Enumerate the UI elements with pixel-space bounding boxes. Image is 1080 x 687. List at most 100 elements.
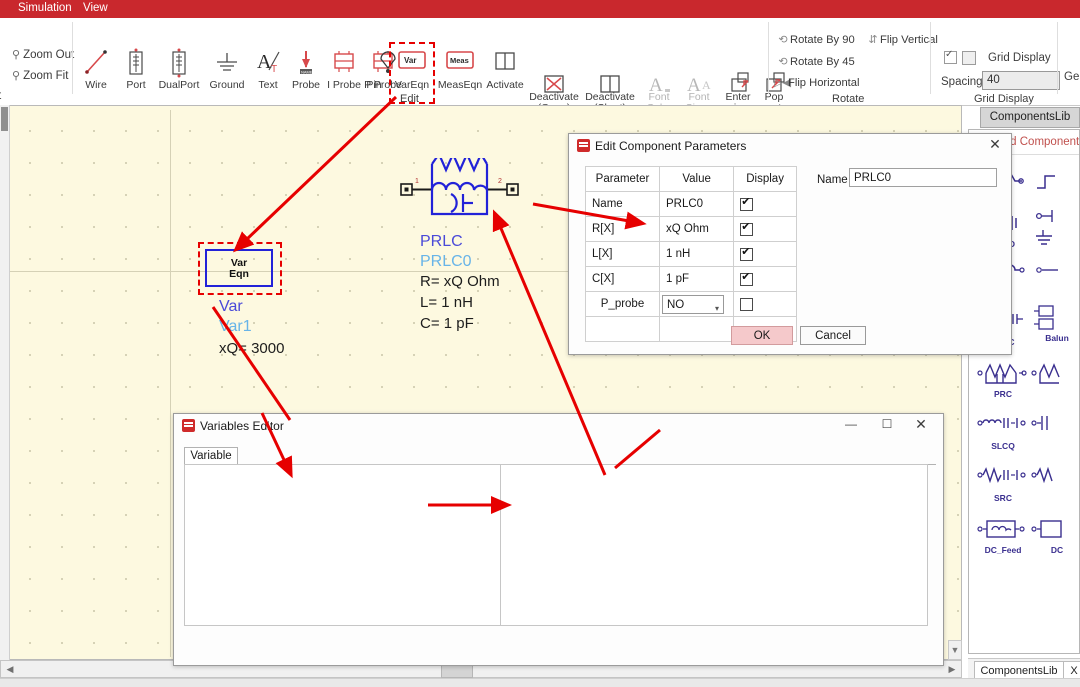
cancel-button[interactable]: Cancel — [800, 326, 866, 345]
param-name-r: R[X] — [585, 216, 660, 242]
toolbar-button-activate[interactable]: Activate — [483, 46, 527, 92]
canvas-axis-vertical — [170, 110, 171, 657]
param-value-r[interactable]: xQ Ohm — [658, 216, 735, 242]
param-value-c[interactable]: 1 pF — [658, 266, 735, 292]
canvas-component-param-r: R= xQ Ohm — [420, 273, 500, 290]
table-row[interactable]: L[X] 1 nH — [585, 241, 797, 267]
table-row[interactable]: Name PRLC0 — [585, 191, 797, 217]
library-item-slcq[interactable]: SLCQ — [975, 410, 1031, 451]
close-icon[interactable]: ✕ — [987, 137, 1003, 153]
canvas-scroll-down-button[interactable]: ▼ — [948, 640, 962, 660]
toolbar-button-measeqn[interactable]: Meas MeasEqn — [436, 46, 484, 92]
grid-display-checkbox[interactable] — [944, 49, 957, 64]
toolbar-button-font-size[interactable]: AA Font Size - — [678, 46, 720, 105]
table-row[interactable]: P_probe NO ▾ — [585, 291, 797, 317]
scroll-left-arrow[interactable]: ◀ — [3, 662, 17, 676]
p-probe-select[interactable]: NO ▾ — [662, 294, 724, 314]
library-item-step[interactable] — [1029, 166, 1079, 197]
grid-pattern-icon[interactable] — [962, 51, 976, 65]
deactivate-open-icon — [528, 58, 580, 93]
meas-eqn-icon: Meas — [436, 46, 484, 80]
variables-editor-dialog[interactable]: Variables Editor — ☐ ✕ Variable Name: xQ… — [173, 413, 944, 666]
canvas-component-instance-label: PRLC0 — [420, 253, 472, 270]
svg-text:1: 1 — [415, 178, 419, 185]
magnifier-icon: ⚲ — [12, 49, 21, 61]
library-item-dc-feed[interactable]: DC_Feed — [975, 514, 1031, 555]
maximize-icon[interactable]: ☐ — [879, 417, 895, 433]
library-item-line[interactable] — [1029, 254, 1079, 285]
menu-item-view[interactable]: View — [83, 2, 108, 14]
rotate-by-45-button[interactable]: ⟲ Rotate By 45 — [776, 55, 854, 68]
menu-item-simulation[interactable]: Simulation — [18, 2, 72, 14]
toolbar-button-enter-in[interactable]: Enter in — [718, 46, 758, 105]
ok-button[interactable]: OK — [731, 326, 793, 345]
param-value-l[interactable]: 1 nH — [658, 241, 735, 267]
scrollbar-thumb[interactable] — [1, 107, 8, 131]
toolbar-button-port[interactable]: Port — [114, 46, 158, 92]
display-checkbox-r[interactable] — [740, 220, 754, 236]
display-checkbox-name[interactable] — [740, 195, 754, 211]
zoom-fit-button[interactable]: ⚲ Zoom Fit — [12, 69, 68, 82]
dc-block-icon — [1029, 514, 1079, 544]
parameters-table[interactable]: Parameter Value Display Name PRLC0 R[X] … — [585, 166, 797, 342]
rotate-90-icon: ⟲ — [778, 34, 788, 46]
display-checkbox-c[interactable] — [740, 270, 754, 286]
toolbar-button-dualport[interactable]: DualPort — [153, 46, 205, 92]
library-item-balun[interactable]: Balun — [1029, 302, 1079, 343]
display-checkbox-l[interactable] — [740, 245, 754, 261]
status-bar — [0, 678, 1080, 687]
var-eqn-highlight-box — [198, 242, 282, 295]
svg-text:Meas: Meas — [450, 56, 469, 65]
toolbar-button-deactivate-open[interactable]: Deactivate (Open) — [528, 46, 580, 105]
canvas-prlc-symbol[interactable]: 1 2 — [400, 151, 520, 228]
library-item-src2[interactable] — [1029, 462, 1079, 493]
toolbar-button-wire[interactable]: Wire — [74, 46, 118, 92]
flip-horizontal-button[interactable]: ▷◀Flip Horizontal — [774, 76, 860, 89]
canvas-vertical-scrollbar[interactable] — [0, 105, 10, 660]
wire-icon — [74, 46, 118, 80]
tab-variable[interactable]: Variable — [184, 447, 238, 465]
activate-icon — [483, 46, 527, 80]
toolbar-button-ground[interactable]: Ground — [202, 46, 252, 92]
ground-sym-icon — [1029, 224, 1079, 254]
i-probe-icon — [322, 46, 366, 80]
dialog-titlebar: Edit Component Parameters ✕ — [569, 134, 1011, 158]
toolbar-button-font-color[interactable]: A Font Color — [639, 46, 679, 105]
table-row[interactable]: C[X] 1 pF — [585, 266, 797, 292]
edit-component-parameters-dialog[interactable]: Edit Component Parameters ✕ Parameter Va… — [568, 133, 1012, 355]
param-name-p-probe: P_probe — [585, 291, 660, 317]
scroll-right-arrow[interactable]: ▶ — [945, 662, 959, 676]
library-item-dc-block[interactable]: DC — [1029, 514, 1079, 555]
param-value-name[interactable]: PRLC0 — [658, 191, 735, 217]
spacing-input[interactable]: 40 — [982, 71, 1060, 90]
library-item-src[interactable]: SRC — [975, 462, 1031, 503]
canvas-component-param-c: C= 1 pF — [420, 315, 474, 332]
library-item-ground-sym[interactable] — [1029, 224, 1079, 255]
table-row[interactable]: R[X] xQ Ohm — [585, 216, 797, 242]
toolbar-button-i-probe[interactable]: I Probe — [322, 46, 366, 92]
toolbar-button-deactivate-short[interactable]: Deactivate (Short) — [584, 46, 636, 105]
dualport-icon — [153, 46, 205, 80]
dc-feed-icon — [975, 514, 1031, 544]
name-field-label: Name — [817, 174, 848, 186]
grid-display-label: Grid Display — [988, 52, 1051, 64]
left-fragment-1: t — [0, 90, 1, 102]
svg-text:2: 2 — [498, 178, 502, 185]
variables-table-panel — [500, 464, 928, 626]
componentslib-tab-button[interactable]: ComponentsLib — [980, 107, 1080, 128]
display-checkbox-p-probe[interactable] — [740, 297, 754, 311]
svg-text:A: A — [687, 75, 701, 96]
step-icon — [1029, 166, 1079, 196]
library-item-prc[interactable]: PRC — [975, 358, 1031, 399]
toolbar-button-text[interactable]: AT Text — [249, 46, 287, 92]
minimize-icon[interactable]: — — [843, 417, 859, 433]
name-input[interactable]: PRLC0 — [849, 168, 997, 187]
zoom-out-button[interactable]: ⚲ Zoom Out — [12, 48, 74, 61]
library-item-slcq2[interactable] — [1029, 410, 1079, 441]
canvas-component-type-label: PRLC — [420, 233, 463, 250]
slcq2-icon — [1029, 410, 1079, 440]
rotate-by-90-button[interactable]: ⟲ Rotate By 90 — [776, 33, 854, 46]
flip-vertical-button[interactable]: ⇵ Flip Vertical — [866, 33, 938, 46]
library-item-prc2[interactable] — [1029, 358, 1079, 389]
close-icon[interactable]: ✕ — [913, 417, 929, 433]
